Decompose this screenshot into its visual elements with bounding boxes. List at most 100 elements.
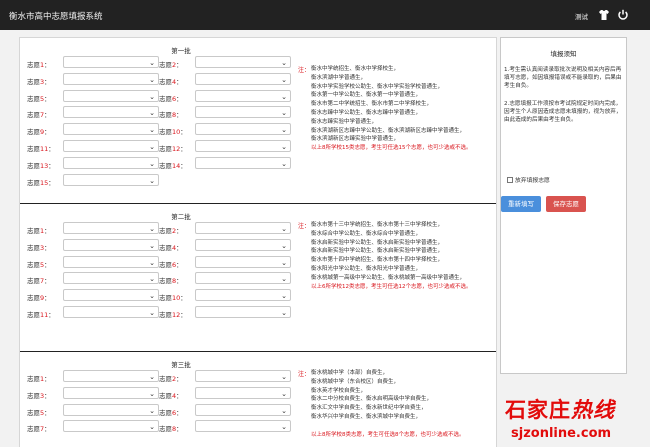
volunteer-label: 志愿12： [159,145,187,153]
chevron-down-icon: ⌄ [281,406,287,415]
chevron-down-icon: ⌄ [281,59,287,67]
volunteer-select[interactable]: ⌄ [63,56,159,68]
volunteer-select[interactable]: ⌄ [63,272,159,285]
chevron-down-icon: ⌄ [149,389,155,398]
chevron-down-icon: ⌄ [281,292,287,301]
note-line: 衡水英才学校自费生， [311,387,367,394]
volunteer-select[interactable]: ⌄ [195,156,291,169]
note-line: 衡水桃城第一高级中学公助生、衡水桃城第一高级中学普通生， [311,274,466,281]
volunteer-label: 志愿2： [159,375,183,383]
chevron-down-icon: ⌄ [149,92,155,101]
note-line [311,422,491,431]
batch-section-2: 第二批 志愿1： ⌄ 志愿2： ⌄ 志愿3： ⌄ 志愿4： ⌄ 志愿5： ⌄ 志愿6： ⌄ 志愿7： ⌄ 志愿… [20,204,496,352]
volunteer-select[interactable]: ⌄ [195,403,291,416]
watermark-logo: 石家庄热线 sjzonline.com [505,394,650,447]
volunteer-select[interactable]: ⌄ [195,238,291,251]
chevron-down-icon: ⌄ [149,159,155,168]
volunteer-select[interactable]: ⌄ [63,386,159,399]
volunteer-select[interactable]: ⌄ [195,370,291,382]
volunteer-label: 志愿7： [27,111,51,120]
volunteer-label: 志愿7： [27,425,51,434]
volunteer-select[interactable]: ⌄ [195,106,291,119]
volunteer-select[interactable]: ⌄ [195,56,291,68]
volunteer-select[interactable]: ⌄ [63,123,159,136]
chevron-down-icon: ⌄ [149,126,155,135]
volunteer-label: 志愿15： [27,178,55,187]
volunteer-select[interactable]: ⌄ [63,420,159,433]
note-line: 衡水中学统招生、衡水中学择校生， [311,66,400,72]
volunteer-label: 志愿8： [159,277,183,286]
volunteer-label: 志愿4： [159,391,183,400]
volunteer-label: 志愿5： [27,260,51,269]
volunteer-label: 志愿11： [27,145,55,153]
note-line: 衡水志臻中学公助生、衡水志臻中学普通生， [311,109,422,116]
volunteer-label: 志愿1： [27,227,51,235]
volunteer-select[interactable]: ⌄ [63,140,159,152]
volunteer-select[interactable]: ⌄ [195,222,291,234]
volunteer-select[interactable]: ⌄ [63,255,159,268]
shirt-icon[interactable] [598,9,610,21]
note-line: 衡水滨湖中学普通生， [311,74,367,81]
volunteer-select[interactable]: ⌄ [63,89,159,102]
chevron-down-icon: ⌄ [149,292,155,301]
give-up-checkbox[interactable]: 放弃填报志愿 [507,175,550,184]
chevron-down-icon: ⌄ [149,59,155,67]
reset-button[interactable]: 重新填写 [501,196,541,212]
give-up-label: 放弃填报志愿 [515,178,550,184]
volunteer-label: 志愿2： [159,227,183,235]
app-title[interactable]: 衡水市高中志愿填报系统 [9,10,103,22]
volunteer-label: 志愿3： [27,243,51,252]
chevron-down-icon: ⌄ [281,389,287,398]
power-icon[interactable] [617,9,629,21]
volunteer-select[interactable]: ⌄ [195,72,291,85]
chevron-down-icon: ⌄ [149,241,155,250]
volunteer-label: 志愿2： [159,61,183,69]
volunteer-select[interactable]: ⌄ [195,386,291,399]
chevron-down-icon: ⌄ [281,109,287,118]
volunteer-select[interactable]: ⌄ [63,306,159,318]
chevron-down-icon: ⌄ [281,423,287,432]
volunteer-select[interactable]: ⌄ [63,238,159,251]
volunteer-select[interactable]: ⌄ [63,106,159,119]
volunteer-label: 志愿6： [159,94,183,103]
volunteer-select[interactable]: ⌄ [195,272,291,285]
note-line: 衡水滨湖新区志臻实验中学普通生， [311,136,400,143]
volunteer-select[interactable]: ⌄ [63,173,159,186]
chevron-down-icon: ⌄ [281,258,287,267]
save-button[interactable]: 保存志愿 [546,196,586,212]
volunteer-select[interactable]: ⌄ [63,403,159,416]
instructions-title: 填报须知 [550,50,577,58]
note-line: 衡水阳光中学公助生、衡水阳光中学普通生， [311,265,422,272]
volunteer-label: 志愿10： [159,294,187,303]
volunteer-label: 志愿12： [159,311,187,319]
volunteer-label: 志愿3： [27,77,51,86]
volunteer-select[interactable]: ⌄ [63,289,159,302]
volunteer-select[interactable]: ⌄ [195,306,291,318]
note-line: 衡水市第二中学统招生、衡水市第二中学择校生， [311,101,433,108]
checkbox-box[interactable] [507,177,513,183]
volunteer-select[interactable]: ⌄ [195,140,291,152]
chevron-down-icon: ⌄ [281,126,287,135]
batch-title: 第二批 [171,213,191,221]
volunteer-label: 志愿13： [27,161,55,170]
volunteer-label: 志愿9： [27,128,51,137]
batch-title: 第一批 [171,47,191,55]
volunteer-select[interactable]: ⌄ [63,370,159,382]
volunteer-select[interactable]: ⌄ [195,123,291,136]
volunteer-label: 志愿8： [159,425,183,434]
volunteer-label: 志愿7： [27,277,51,286]
main-form-panel: 第一批 志愿1： ⌄ 志愿2： ⌄ 志愿3： ⌄ 志愿4： ⌄ 志愿5： ⌄ 志愿6： ⌄ 志愿7： ⌄ 志愿… [19,37,497,447]
note-line: 衡水启新实验中学公助生、衡水启新实验中学普通生， [311,239,444,246]
volunteer-select[interactable]: ⌄ [63,72,159,85]
note-line: 衡水二中分校自费生、衡水启明高级中学自费生， [311,396,433,403]
volunteer-select[interactable]: ⌄ [195,255,291,268]
volunteer-select[interactable]: ⌄ [63,156,159,169]
volunteer-select[interactable]: ⌄ [195,420,291,433]
user-name[interactable]: 测试 [575,11,588,21]
volunteer-select[interactable]: ⌄ [195,289,291,302]
volunteer-select[interactable]: ⌄ [63,222,159,234]
note-line: 衡水华兴中学自费生、衡水滨城中学自费生， [311,413,422,420]
note-line: 衡水启新实验中学公助生、衡水启新实验中学普通生， [311,248,444,255]
chevron-down-icon: ⌄ [149,109,155,118]
volunteer-select[interactable]: ⌄ [195,89,291,102]
